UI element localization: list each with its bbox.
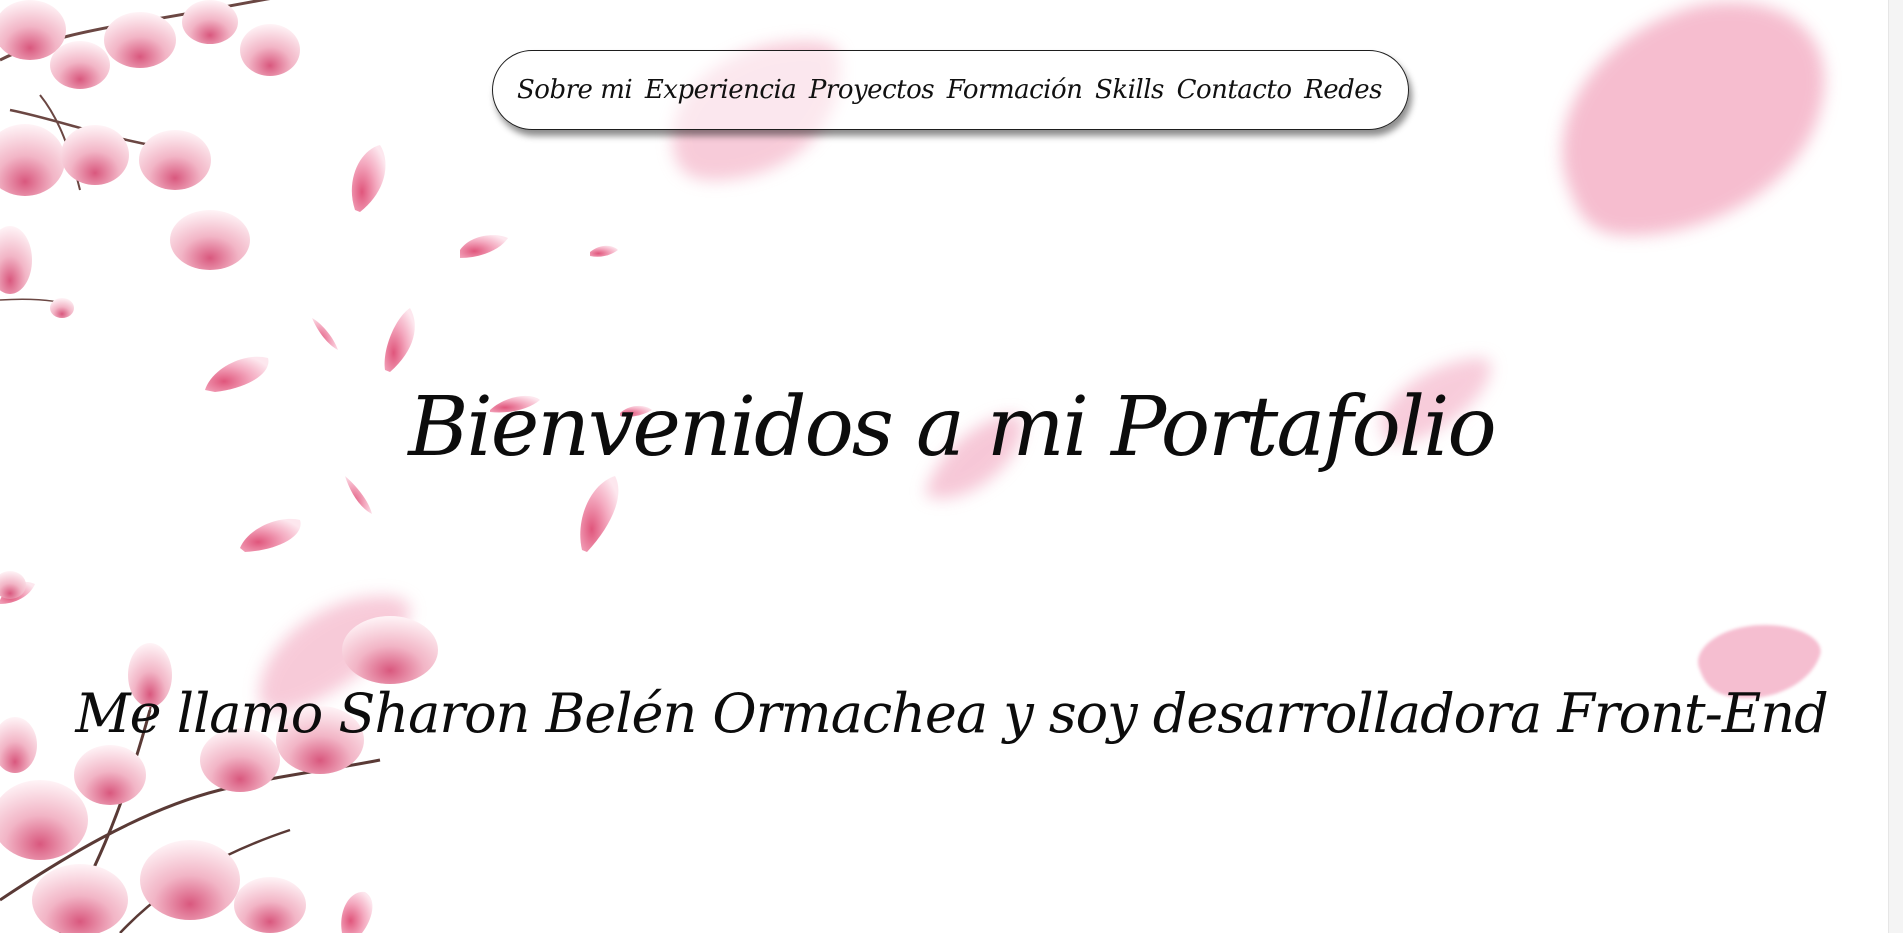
nav-link-formacion[interactable]: Formación (947, 75, 1083, 105)
blurred-petal-top-right (1562, 2, 1825, 236)
flying-petals (0, 145, 652, 933)
nav-link-proyectos[interactable]: Proyectos (809, 75, 935, 105)
page: Sobre mi Experiencia Proyectos Formación… (0, 0, 1903, 933)
nav-link-skills[interactable]: Skills (1095, 75, 1164, 105)
nav-link-sobre-mi[interactable]: Sobre mi (517, 75, 633, 105)
hero-title: Bienvenidos a mi Portafolio (408, 380, 1497, 475)
nav-link-redes[interactable]: Redes (1304, 75, 1382, 105)
magnolia-branch-bottom-left (0, 571, 438, 933)
main-navbar: Sobre mi Experiencia Proyectos Formación… (492, 50, 1409, 130)
magnolia-branch-top-left (0, 0, 300, 318)
nav-link-experiencia[interactable]: Experiencia (645, 75, 797, 105)
nav-link-contacto[interactable]: Contacto (1177, 75, 1292, 105)
hero-subtitle: Me llamo Sharon Belén Ormachea y soy des… (75, 682, 1828, 745)
